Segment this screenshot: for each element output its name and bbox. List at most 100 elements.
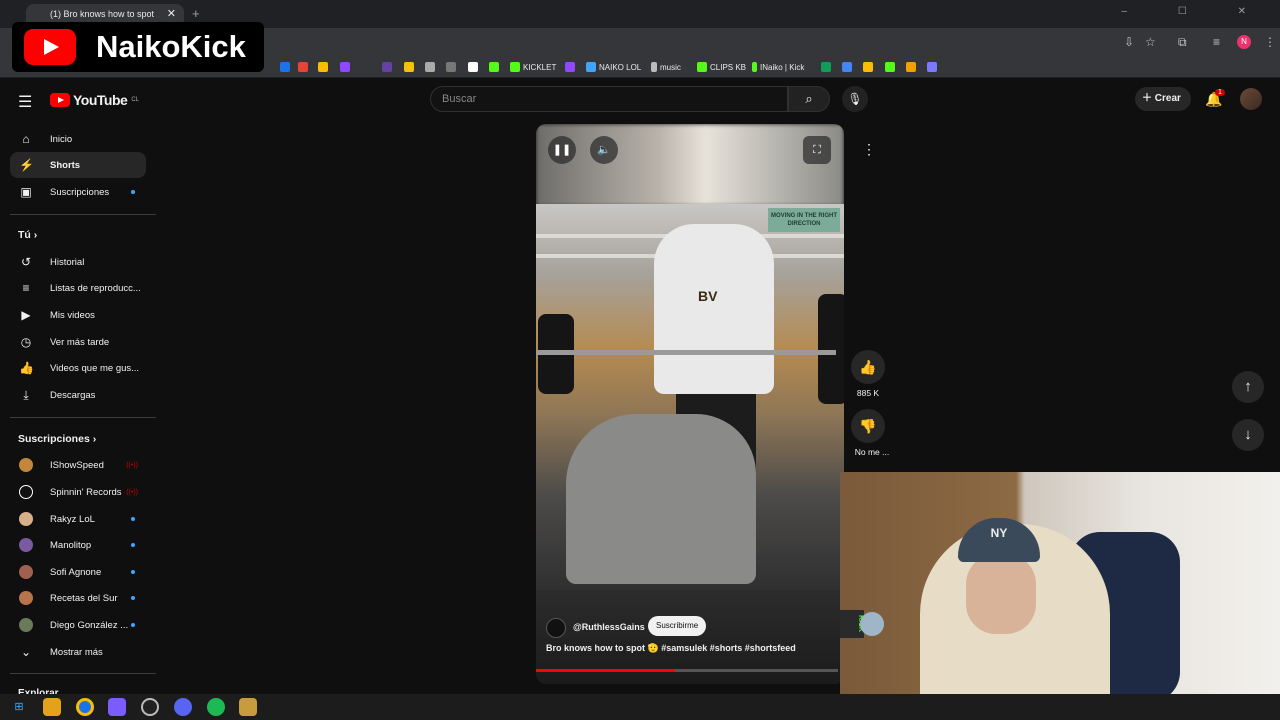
bookmark-favicon[interactable] — [340, 61, 350, 73]
shorts-player[interactable]: MOVING IN THE RIGHT DIRECTION BV ❚❚ 🔈 ⛶ … — [536, 124, 844, 684]
bookmark-favicon[interactable] — [382, 61, 392, 73]
lifter-figure — [566, 414, 756, 584]
chevron-right-icon: › — [92, 433, 97, 445]
subscribe-button[interactable]: Suscribirme — [648, 616, 707, 636]
channel-name[interactable]: @RuthlessGains — [573, 622, 645, 632]
hamburger-menu-icon[interactable]: ☰ — [18, 92, 32, 112]
bookmark-favicon[interactable] — [446, 61, 456, 73]
media-control-icon[interactable]: ≡ — [1213, 35, 1220, 49]
bookmark-favicon[interactable] — [863, 61, 873, 73]
sidebar-sub-recetas-del-sur[interactable]: Recetas del Sur — [10, 585, 146, 611]
sidebar-sub-diego-gonzalez[interactable]: Diego González ... — [10, 612, 146, 638]
fullscreen-button[interactable]: ⛶ — [803, 136, 831, 164]
sidebar-item-listas[interactable]: ≡ Listas de reproducc... — [10, 275, 146, 301]
bookmark-favicon[interactable] — [906, 61, 916, 73]
sidebar-show-more[interactable]: ⌄ Mostrar más — [10, 639, 146, 665]
spotify-icon[interactable] — [207, 698, 225, 716]
thumbs-up-icon: 👍 — [859, 359, 877, 375]
section-header-tu[interactable]: Tú › — [18, 229, 37, 241]
channel-avatar[interactable] — [546, 618, 566, 638]
bookmark-music[interactable]: music — [651, 61, 681, 73]
sidebar-sub-manolitop[interactable]: Manolitop — [10, 532, 146, 558]
search-button[interactable]: ⌕ — [788, 86, 830, 112]
bookmark-favicon[interactable] — [468, 61, 478, 73]
sidebar-sub-rakyz-lol[interactable]: Rakyz LoL — [10, 506, 146, 532]
create-label: Crear — [1154, 93, 1181, 104]
sidebar-item-inicio[interactable]: ⌂ Inicio — [10, 126, 146, 152]
bookmark-favicon[interactable] — [318, 61, 328, 73]
like-button[interactable]: 👍 — [851, 350, 885, 384]
dislike-label: No me ... — [854, 447, 890, 457]
obs-icon[interactable] — [141, 698, 159, 716]
sidebar-sub-spinnin-records[interactable]: Spinnin' Records ((•)) — [10, 479, 146, 505]
more-options-icon[interactable]: ⋮ — [858, 138, 880, 160]
bookmark-favicon[interactable] — [404, 61, 414, 73]
file-explorer-icon[interactable] — [43, 698, 61, 716]
bookmark-favicon[interactable] — [927, 61, 937, 73]
bookmark-star-icon[interactable]: ☆ — [1145, 35, 1156, 49]
bookmark-favicon[interactable] — [885, 61, 895, 73]
divider — [10, 673, 156, 674]
video-frame: MOVING IN THE RIGHT DIRECTION BV — [536, 204, 844, 592]
new-content-dot — [131, 596, 135, 600]
youtube-play-icon — [50, 93, 70, 107]
bookmark-kicklet[interactable]: KICKLET — [510, 61, 556, 73]
sidebar-item-ver-mas-tarde[interactable]: ◷ Ver más tarde — [10, 329, 146, 355]
pause-button[interactable]: ❚❚ — [548, 136, 576, 164]
install-app-icon[interactable]: ⇩ — [1124, 35, 1134, 49]
voice-search-button[interactable]: 🎙 — [842, 86, 868, 112]
new-content-dot — [131, 543, 135, 547]
bookmark-favicon[interactable] — [842, 61, 852, 73]
bookmark-clips-kb[interactable]: CLIPS KB — [697, 61, 746, 73]
discord-icon[interactable] — [174, 698, 192, 716]
bookmark-favicon[interactable] — [425, 61, 435, 73]
volume-button[interactable]: 🔈 — [590, 136, 618, 164]
youtube-logo[interactable]: YouTube CL — [50, 92, 139, 108]
bookmark-favicon[interactable] — [298, 61, 308, 73]
next-short-button[interactable]: ↓ — [1232, 419, 1264, 451]
sidebar-item-liked-videos[interactable]: 👍 Videos que me gus... — [10, 355, 146, 381]
bookmark-favicon[interactable] — [821, 61, 831, 73]
new-content-dot — [131, 190, 135, 194]
sidebar-item-historial[interactable]: ↺ Historial — [10, 249, 146, 275]
bookmark-favicon[interactable] — [489, 61, 499, 73]
window-controls[interactable]: – ☐ ✕ — [1122, 6, 1270, 17]
search-icon: ⌕ — [805, 91, 813, 106]
user-avatar[interactable] — [1240, 88, 1262, 110]
sidebar-item-descargas[interactable]: ⤓ Descargas — [10, 382, 146, 408]
bookmark-favicon[interactable] — [565, 61, 575, 73]
windows-start-icon[interactable]: ⊞ — [10, 698, 28, 716]
sidebar-item-mis-videos[interactable]: ▶ Mis videos — [10, 302, 146, 328]
create-button[interactable]: ＋ Crear — [1135, 87, 1191, 111]
sidebar-sub-ishowspeed[interactable]: IShowSpeed ((•)) — [10, 452, 146, 478]
home-icon: ⌂ — [22, 132, 30, 146]
channel-avatar — [19, 485, 33, 499]
gym-banner: MOVING IN THE RIGHT DIRECTION — [768, 208, 840, 232]
short-title[interactable]: Bro knows how to spot 🫡 #samsulek #short… — [546, 643, 796, 654]
previous-short-button[interactable]: ↑ — [1232, 371, 1264, 403]
browser-menu-icon[interactable]: ⋮ — [1264, 35, 1276, 49]
spotter-figure: BV — [654, 224, 774, 394]
app-icon[interactable] — [108, 698, 126, 716]
dislike-button[interactable]: 👎 — [851, 409, 885, 443]
channel-avatar — [19, 538, 33, 552]
tab-title: (1) Bro knows how to spot — [50, 9, 155, 19]
sidebar-item-shorts[interactable]: ⚡ Shorts — [10, 152, 146, 178]
chrome-icon[interactable] — [76, 698, 94, 716]
channel-avatar — [19, 618, 33, 632]
section-header-suscripciones[interactable]: Suscripciones › — [18, 433, 96, 445]
liked-videos-icon: 👍 — [19, 361, 34, 375]
new-tab-button[interactable]: + — [192, 6, 200, 21]
profile-avatar[interactable]: N — [1237, 35, 1251, 49]
bookmark-inaiko-kick[interactable]: INaiko | Kick — [752, 61, 804, 73]
thumbs-down-icon: 👎 — [859, 418, 877, 434]
league-of-legends-icon[interactable] — [239, 698, 257, 716]
search-input[interactable]: Buscar — [430, 86, 788, 112]
close-tab-icon[interactable]: ✕ — [167, 4, 176, 24]
extensions-icon[interactable]: ⧉ — [1178, 35, 1187, 50]
bookmark-naiko-lol[interactable]: NAIKO LOL — [586, 61, 641, 73]
bookmark-favicon[interactable] — [280, 61, 290, 73]
live-indicator-icon: ((•)) — [126, 462, 138, 469]
sidebar-sub-sofi-agnone[interactable]: Sofi Agnone — [10, 559, 146, 585]
sidebar-item-suscripciones[interactable]: ▣ Suscripciones — [10, 179, 146, 205]
